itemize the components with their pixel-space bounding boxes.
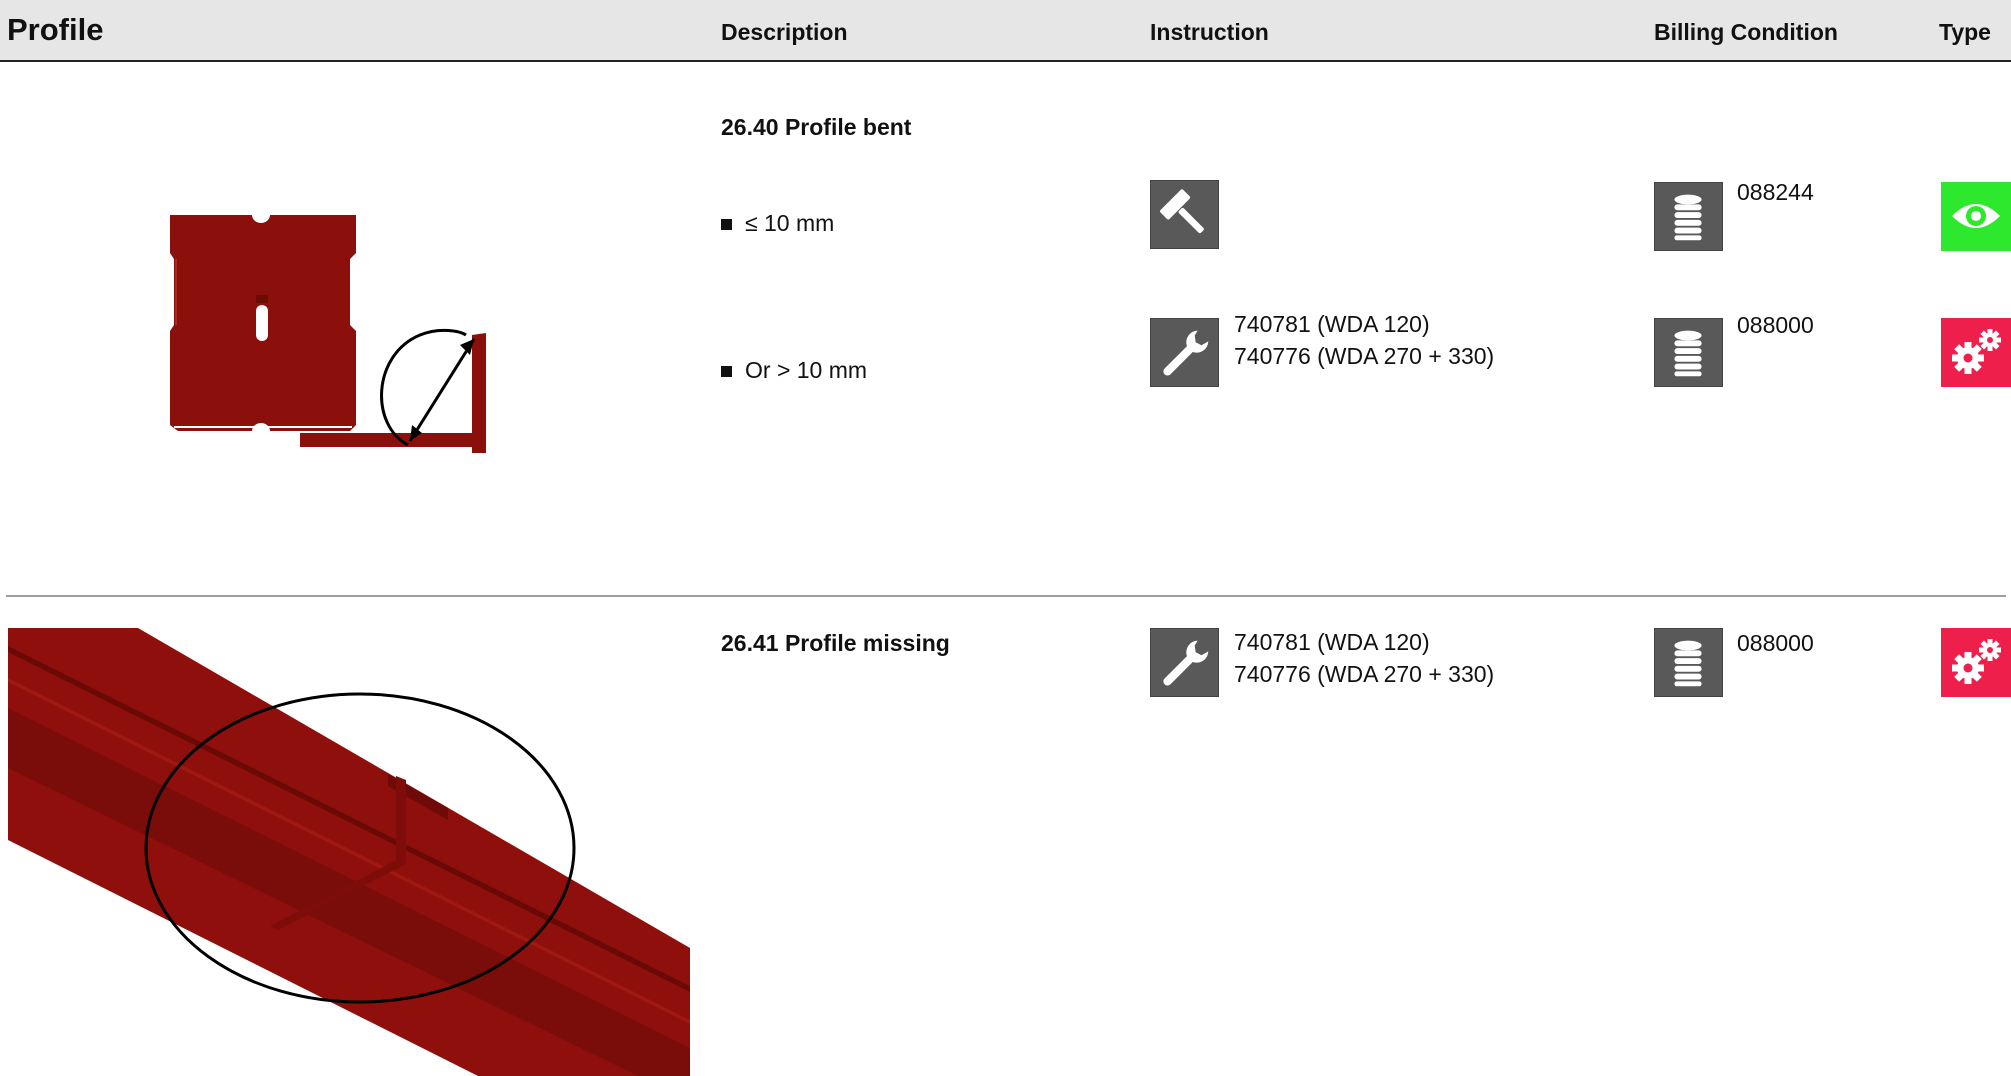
column-header-instruction: Instruction	[1150, 19, 1269, 45]
wrench-icon	[1150, 628, 1219, 697]
coin-stack-icon	[1654, 182, 1723, 251]
list-item: ≤ 10 mm	[721, 210, 834, 237]
list-item-text: ≤ 10 mm	[745, 210, 835, 236]
list-item: Or > 10 mm	[721, 357, 867, 384]
column-header-type: Type	[1939, 19, 1991, 45]
instruction-line: 740776 (WDA 270 + 330)	[1234, 343, 1495, 369]
column-header-billing-condition: Billing Condition	[1654, 19, 1838, 45]
eye-icon	[1941, 182, 2011, 251]
section-divider	[6, 595, 2006, 597]
billing-code: 088244	[1737, 179, 1814, 205]
hammer-icon	[1150, 180, 1219, 249]
instruction-line: 740781 (WDA 120)	[1234, 311, 1430, 337]
profile-bent-illustration	[160, 205, 500, 465]
section-title: 26.41 Profile missing	[721, 630, 950, 656]
instruction-line: 740781 (WDA 120)	[1234, 629, 1430, 655]
bullet-square-icon	[721, 219, 732, 230]
billing-code: 088000	[1737, 630, 1814, 656]
section-title: 26.40 Profile bent	[721, 114, 912, 140]
page-title: Profile	[7, 12, 104, 47]
table-header: Profile Description Instruction Billing …	[0, 0, 2011, 62]
profile-missing-illustration	[8, 628, 690, 1076]
list-item-text: Or > 10 mm	[745, 357, 868, 383]
instruction-line: 740776 (WDA 270 + 330)	[1234, 661, 1495, 687]
wrench-icon	[1150, 318, 1219, 387]
column-header-description: Description	[721, 19, 848, 45]
coin-stack-icon	[1654, 628, 1723, 697]
gears-icon	[1941, 628, 2011, 697]
instruction-text: 740781 (WDA 120) 740776 (WDA 270 + 330)	[1234, 626, 1494, 690]
instruction-text: 740781 (WDA 120) 740776 (WDA 270 + 330)	[1234, 308, 1494, 372]
billing-code: 088000	[1737, 312, 1814, 338]
bullet-square-icon	[721, 366, 732, 377]
coin-stack-icon	[1654, 318, 1723, 387]
gears-icon	[1941, 318, 2011, 387]
